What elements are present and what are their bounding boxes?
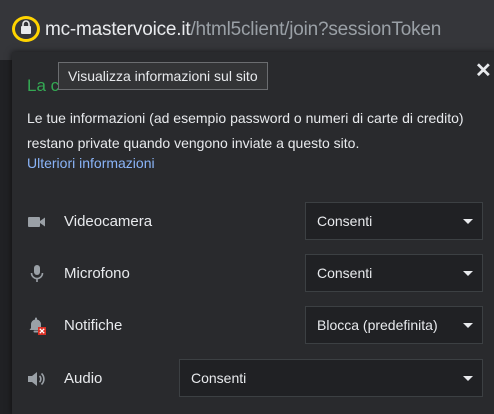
site-info-panel: La c ✕ Le tue informazioni (ad esempio p… [12,52,494,414]
close-icon[interactable]: ✕ [475,58,492,83]
chevron-down-icon [463,323,473,328]
permission-label: Notifiche [64,317,123,334]
select-value: Consenti [317,213,373,229]
speaker-icon [27,369,47,389]
chevron-down-icon [463,219,473,224]
notifications-permission-select[interactable]: Blocca (predefinita) [305,306,483,344]
permission-row-microphone: Microfono Consenti [12,254,494,294]
select-value: Consenti [191,370,247,386]
url-path: /html5client/join?sessionToken [190,19,442,40]
permission-label: Microfono [64,265,130,282]
audio-permission-select[interactable]: Consenti [179,359,483,397]
permission-label: Videocamera [64,213,153,230]
security-description: Le tue informazioni (ad esempio password… [27,110,464,151]
chevron-down-icon [463,271,473,276]
connection-status-title: La c [27,76,60,95]
url-text[interactable]: mc-mastervoice.it/html5client/join?sessi… [45,19,441,41]
permission-row-notifications: Notifiche Blocca (predefinita) [12,306,494,346]
permission-row-audio: Audio Consenti [12,359,494,399]
permission-label: Audio [64,370,103,387]
camera-icon [27,212,47,232]
notifications-blocked-icon [27,316,47,336]
select-value: Consenti [317,265,373,281]
microphone-permission-select[interactable]: Consenti [305,254,483,292]
more-info-link[interactable]: Ulteriori informazioni [27,155,155,171]
permission-row-camera: Videocamera Consenti [12,202,494,242]
lock-icon [20,19,32,39]
site-info-button[interactable] [12,16,40,42]
select-value: Blocca (predefinita) [317,317,438,333]
camera-permission-select[interactable]: Consenti [305,202,483,240]
address-bar: mc-mastervoice.it/html5client/join?sessi… [0,0,494,60]
chevron-down-icon [463,376,473,381]
url-host: mc-mastervoice.it [45,19,191,40]
site-info-tooltip: Visualizza informazioni sul sito [58,62,268,90]
microphone-icon [27,264,47,284]
